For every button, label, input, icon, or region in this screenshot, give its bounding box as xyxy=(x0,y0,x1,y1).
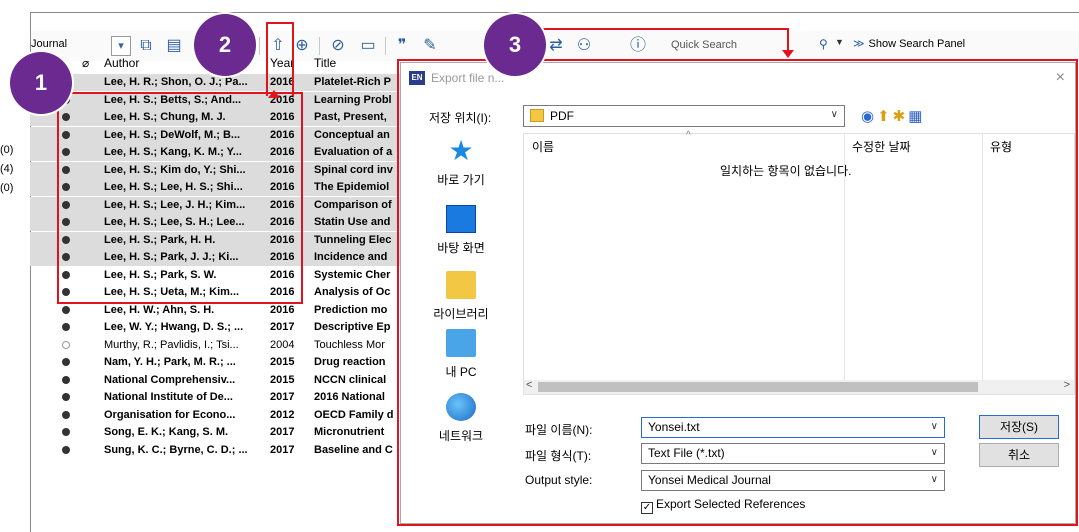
group-count: (0) xyxy=(0,182,14,194)
show-panel-icon: ≫ xyxy=(853,38,865,50)
step-badge-2: 2 xyxy=(194,14,256,76)
cell-author: Song, E. K.; Kang, S. M. xyxy=(104,426,229,438)
cell-title: Prediction mo xyxy=(314,303,388,316)
help-icon[interactable]: ⓘ xyxy=(627,35,649,57)
step-badge-3: 3 xyxy=(484,14,546,76)
read-status-icon xyxy=(62,323,70,331)
cell-title: Comparison of xyxy=(314,198,392,211)
share-icon[interactable]: ⇄ xyxy=(545,35,567,57)
cell-year: 2015 xyxy=(270,356,295,368)
toolbar-separator xyxy=(259,37,260,55)
cell-year: 2015 xyxy=(270,373,295,386)
cell-title: Analysis of Oc xyxy=(314,286,391,298)
table-row[interactable]: Lee, H. R.; Shon, O. J.; Pa... 2016 Platel… xyxy=(30,74,410,91)
cell-title: Statin Use and xyxy=(314,216,391,228)
read-status-icon xyxy=(62,445,70,454)
read-status-icon xyxy=(62,305,70,314)
arrow-head-icon xyxy=(268,90,280,98)
cell-title: OECD Family d xyxy=(314,408,394,421)
cell-author: Murthy, R.; Pavlidis, I.; Tsi... xyxy=(104,338,239,351)
cell-title: Micronutrient xyxy=(314,426,385,438)
toolbar-separator xyxy=(385,37,386,55)
cell-title: Systemic Cher xyxy=(314,268,391,281)
search-icon[interactable]: ⚲ xyxy=(819,37,828,51)
cell-title: Spinal cord inv xyxy=(314,163,393,176)
column-author[interactable]: Author xyxy=(104,56,139,70)
cell-title: Incidence and xyxy=(314,251,388,263)
table-row[interactable]: National Comprehensiv... 2015 NCCN clinica… xyxy=(30,372,410,389)
cell-author: National Institute of De... xyxy=(104,391,233,403)
unread-status-icon xyxy=(62,340,70,349)
read-status-icon xyxy=(62,393,70,401)
cell-title: Descriptive Ep xyxy=(314,321,391,333)
cell-title: Touchless Mor xyxy=(314,338,385,351)
table-row[interactable]: Nam, Y. H.; Park, M. R.; ... 2015 Drug rea… xyxy=(30,354,410,371)
cell-author: Lee, H. W.; Ahn, S. H. xyxy=(104,303,215,316)
column-title[interactable]: Title xyxy=(314,56,336,70)
cell-author: Lee, W. Y.; Hwang, D. S.; ... xyxy=(104,321,244,333)
highlight-line xyxy=(787,28,789,52)
screenshot-root: { "toolbar": { "library_label": "Journal… xyxy=(0,0,1079,532)
highlight-export-dialog xyxy=(397,59,1078,526)
step-badge-1: 1 xyxy=(10,52,72,114)
cell-year: 2017 xyxy=(270,426,295,438)
cell-author: Organisation for Econo... xyxy=(104,408,236,421)
table-row[interactable]: Song, E. K.; Kang, S. M. 2017 Micronutrien… xyxy=(30,424,410,441)
cell-title: Evaluation of a xyxy=(314,146,393,158)
cell-year: 2017 xyxy=(270,321,295,333)
cell-year: 2016 xyxy=(270,303,295,316)
table-row[interactable]: Murthy, R.; Pavlidis, I.; Tsi... 2004 Touc… xyxy=(30,337,410,354)
add-user-icon[interactable]: ⚇ xyxy=(573,35,595,57)
read-status-icon xyxy=(62,375,70,384)
cell-title: Tunneling Elec xyxy=(314,233,392,246)
cell-title: Platelet-Rich P xyxy=(314,76,392,88)
table-row[interactable]: Lee, W. Y.; Hwang, D. S.; ... 2017 Descrip… xyxy=(30,319,410,336)
cell-year: 2012 xyxy=(270,408,295,421)
attachment-column-icon[interactable]: ⌀ xyxy=(82,56,89,70)
highlight-selected-references xyxy=(57,92,303,304)
quick-search-input[interactable]: Quick Search xyxy=(671,39,737,51)
table-row[interactable]: Sung, K. C.; Byrne, C. D.; ... 2017 Baseli… xyxy=(30,442,410,459)
toolbar-separator xyxy=(319,37,320,55)
arrow-head-icon xyxy=(782,50,794,58)
cell-title: 2016 National xyxy=(314,391,385,403)
group-count: (4) xyxy=(0,163,14,175)
highlight-export-icon xyxy=(266,22,294,96)
read-status-icon xyxy=(62,358,70,366)
cell-year: 2017 xyxy=(270,443,295,456)
search-options-dropdown-icon[interactable]: ▼ xyxy=(835,37,844,47)
table-row[interactable]: National Institute of De... 2017 2016 Nati… xyxy=(30,389,410,406)
cell-title: Conceptual an xyxy=(314,128,390,141)
read-status-icon xyxy=(62,410,70,419)
cell-title: NCCN clinical xyxy=(314,373,387,386)
cell-author: Lee, H. R.; Shon, O. J.; Pa... xyxy=(104,76,248,88)
group-count: (0) xyxy=(0,144,14,156)
cell-author: National Comprehensiv... xyxy=(104,373,236,386)
style-dropdown-icon[interactable]: ▾ xyxy=(111,36,131,56)
cell-year: 2004 xyxy=(270,338,295,351)
cell-author: Sung, K. C.; Byrne, C. D.; ... xyxy=(104,443,248,456)
library-style-label: Journal xyxy=(31,38,68,50)
cell-author: Nam, Y. H.; Park, M. R.; ... xyxy=(104,356,236,368)
cell-year: 2017 xyxy=(270,391,295,403)
cell-title: Baseline and C xyxy=(314,443,393,456)
cell-title: The Epidemiol xyxy=(314,181,390,193)
read-status-icon xyxy=(62,428,70,436)
table-row[interactable]: Organisation for Econo... 2012 OECD Family… xyxy=(30,407,410,424)
show-search-panel-label: Show Search Panel xyxy=(868,38,966,50)
table-row[interactable]: Lee, H. W.; Ahn, S. H. 2016 Prediction mo xyxy=(30,302,410,319)
cell-title: Past, Present, xyxy=(314,111,387,123)
highlight-line xyxy=(540,28,788,30)
cell-title: Learning Probl xyxy=(314,93,392,106)
show-search-panel-button[interactable]: ≫ Show Search Panel xyxy=(853,37,965,50)
cell-title: Drug reaction xyxy=(314,356,386,368)
